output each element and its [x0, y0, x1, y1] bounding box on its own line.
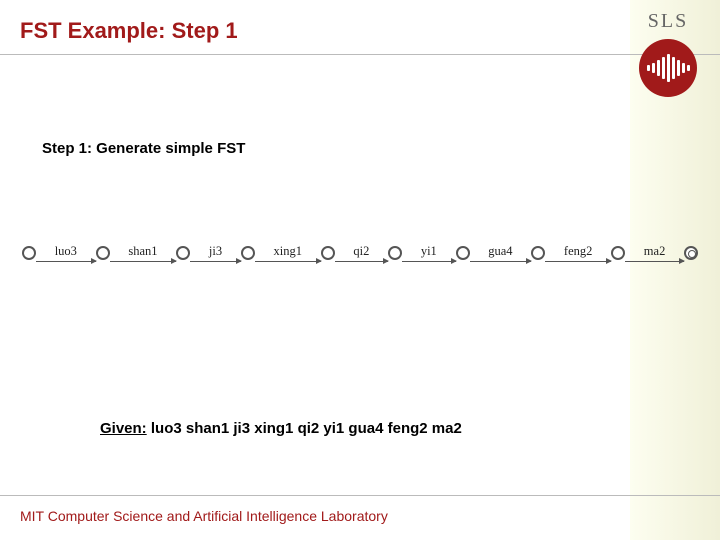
divider-top — [0, 54, 720, 55]
given-value: luo3 shan1 ji3 xing1 qi2 yi1 gua4 feng2 … — [151, 420, 462, 437]
fst-arc: luo3 — [36, 240, 96, 266]
fst-state — [388, 246, 402, 260]
step-heading: Step 1: Generate simple FST — [42, 140, 245, 157]
sound-wave-icon — [639, 39, 697, 97]
fst-state — [96, 246, 110, 260]
logo: SLS — [628, 10, 708, 97]
fst-arc: feng2 — [545, 240, 611, 266]
logo-text: SLS — [628, 10, 708, 33]
fst-arc: xing1 — [255, 240, 321, 266]
fst-arc: yi1 — [402, 240, 455, 266]
divider-bottom — [0, 495, 720, 496]
fst-state — [611, 246, 625, 260]
header: FST Example: Step 1 — [20, 18, 610, 44]
given-label: Given: — [100, 420, 147, 437]
fst-state — [456, 246, 470, 260]
given-line: Given: luo3 shan1 ji3 xing1 qi2 yi1 gua4… — [100, 420, 462, 437]
fst-state-final — [684, 246, 698, 260]
fst-arc: ji3 — [190, 240, 241, 266]
fst-state — [176, 246, 190, 260]
fst-state — [22, 246, 36, 260]
fst-state — [321, 246, 335, 260]
fst-arc: shan1 — [110, 240, 177, 266]
slide: FST Example: Step 1 SLS Step 1: Generate… — [0, 0, 720, 540]
fst-state — [241, 246, 255, 260]
fst-arc: qi2 — [335, 240, 388, 266]
footer-text: MIT Computer Science and Artificial Inte… — [20, 508, 388, 524]
fst-state — [531, 246, 545, 260]
slide-title: FST Example: Step 1 — [20, 18, 610, 44]
fst-diagram: luo3 shan1 ji3 xing1 qi2 yi1 gua4 feng2 … — [22, 240, 698, 266]
fst-arc: ma2 — [625, 240, 684, 266]
fst-arc: gua4 — [470, 240, 532, 266]
